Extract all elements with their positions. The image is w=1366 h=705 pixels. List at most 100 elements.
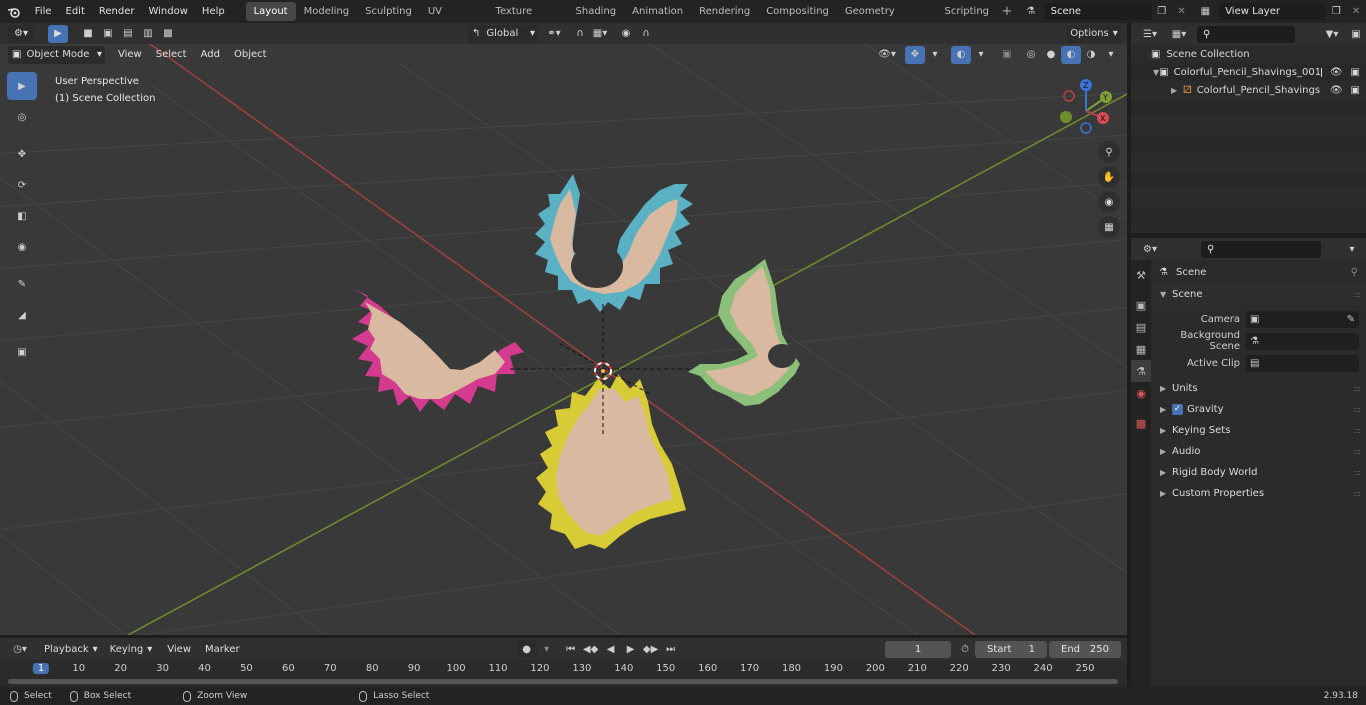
drag-handle-icon[interactable]: :::: [1353,426,1361,435]
options-dropdown[interactable]: Options ▾ [1067,24,1121,43]
camera-field[interactable]: ▣ ✎ [1246,310,1359,328]
exclude-checkbox[interactable] [1321,67,1322,77]
active-clip-field[interactable]: ▤ [1246,354,1359,372]
transform-orientation-dropdown[interactable]: ↰ Global ▾ [468,24,538,43]
keying-sets-panel-header[interactable]: ▶ Keying Sets :::: [1153,420,1366,441]
visibility-icon[interactable]: 👁▾ [877,46,897,64]
jump-end-icon[interactable]: ⏭ [661,640,681,658]
snap-icon[interactable]: ∩ [570,25,590,43]
menu-render[interactable]: Render [92,0,142,23]
expand-icon[interactable]: ▶ [1171,86,1183,95]
drag-handle-icon[interactable]: :::: [1353,290,1361,299]
camera-render-icon[interactable]: ▣ [1351,85,1360,96]
playback-dropdown[interactable]: Playback ▾ [40,640,102,658]
editor-type-icon[interactable]: ⚙▾ [8,24,34,43]
wireframe-shading-icon[interactable]: ◎ [1021,46,1041,64]
add-workspace-icon[interactable]: + [997,3,1017,21]
tab-uv-editing[interactable]: UV Editing [420,2,488,36]
gizmo-dropdown-icon[interactable]: ▾ [925,46,945,64]
pin-icon[interactable]: ⚲ [1351,267,1358,278]
custom-properties-panel-header[interactable]: ▶ Custom Properties :::: [1153,483,1366,504]
stopwatch-icon[interactable]: ⏱ [955,640,975,658]
outliner-row-collection[interactable]: ▼ ▣ Colorful_Pencil_Shavings_001 👁 ▣ [1131,63,1366,81]
falloff-icon[interactable]: ∩ [636,25,656,43]
scale-tool-icon[interactable]: ◧ [7,202,37,230]
new-scene-icon[interactable]: ❐ [1152,3,1172,21]
drag-handle-icon[interactable]: :::: [1353,468,1361,477]
overlay-dropdown-icon[interactable]: ▾ [971,46,991,64]
tab-modeling[interactable]: Modeling [296,2,358,21]
tab-sculpting[interactable]: Sculpting [357,2,420,21]
current-frame-field[interactable]: 1 [885,640,951,658]
3d-viewport[interactable]: User Perspective (1) Scene Collection Z … [0,44,1127,635]
view-layer-icon[interactable]: ▦ [1191,3,1219,21]
gizmo-toggle-icon[interactable]: ✥ [905,45,925,64]
viewport-menu-add[interactable]: Add [194,43,227,66]
drag-handle-icon[interactable]: :::: [1353,405,1361,414]
scene-tab-icon[interactable]: ⚗ [1131,360,1151,382]
tab-texture-paint[interactable]: Texture Paint [488,2,568,36]
properties-editor-type-icon[interactable]: ⚙▾ [1135,240,1165,258]
camera-view-icon[interactable]: ◉ [1098,191,1120,213]
tab-compositing[interactable]: Compositing [758,2,837,21]
viewport-menu-view[interactable]: View [111,43,149,66]
blender-logo-icon[interactable] [0,3,28,21]
snap-target-icon[interactable]: ▦▾ [590,25,610,43]
rigid-body-world-panel-header[interactable]: ▶ Rigid Body World :::: [1153,462,1366,483]
outliner-row-object[interactable]: ▶ ⚂ Colorful_Pencil_Shavings 👁 ▣ [1131,81,1366,99]
rotate-tool-icon[interactable]: ⟳ [7,171,37,199]
menu-file[interactable]: File [28,0,59,23]
move-tool-icon[interactable]: ✥ [7,140,37,168]
scene-field[interactable]: Scene [1044,3,1152,20]
eye-icon[interactable]: 👁 [1330,85,1343,96]
select-mode-intersect-icon[interactable]: ▩ [158,25,178,43]
world-tab-icon[interactable]: ◉ [1131,382,1151,404]
select-mode-invert-icon[interactable]: ▥ [138,25,158,43]
select-box-tool-icon[interactable]: ▶ [7,72,37,100]
timeline-editor-type-icon[interactable]: ◷▾ [6,640,34,658]
material-shading-icon[interactable]: ◐ [1061,45,1081,64]
jump-start-icon[interactable]: ⏮ [561,640,581,658]
zoom-icon[interactable]: ⚲ [1098,141,1120,163]
view-layer-tab-icon[interactable]: ▦ [1131,338,1151,360]
add-cube-tool-icon[interactable]: ▣ [7,338,37,366]
drag-handle-icon[interactable]: :::: [1353,447,1361,456]
eye-icon[interactable]: 👁 [1330,67,1343,78]
tab-animation[interactable]: Animation [624,2,691,21]
auto-key-dropdown-icon[interactable]: ▾ [537,640,557,658]
view-layer-field[interactable]: View Layer [1219,3,1327,20]
cursor-tool-icon[interactable]: ◎ [7,103,37,131]
rendered-shading-icon[interactable]: ◑ [1081,46,1101,64]
shading-dropdown-icon[interactable]: ▾ [1101,46,1121,64]
tab-geometry-nodes[interactable]: Geometry Nodes [837,2,937,36]
audio-panel-header[interactable]: ▶ Audio :::: [1153,441,1366,462]
play-icon[interactable]: ▶ [621,640,641,658]
annotate-tool-icon[interactable]: ✎ [7,270,37,298]
outliner-search-input[interactable]: ⚲ [1197,25,1295,43]
new-collection-icon[interactable]: ▣ [1346,25,1366,43]
select-mode-new-icon[interactable]: ■ [78,25,98,43]
pan-hand-icon[interactable]: ✋ [1098,166,1120,188]
gravity-panel-header[interactable]: ▶ ✓ Gravity :::: [1153,399,1366,420]
units-panel-header[interactable]: ▶ Units :::: [1153,378,1366,399]
end-frame-field[interactable]: End 250 [1049,640,1121,658]
eyedropper-icon[interactable]: ✎ [1347,314,1355,325]
measure-tool-icon[interactable]: ◢ [7,301,37,329]
xray-icon[interactable]: ▣ [997,46,1017,64]
texture-tab-icon[interactable]: ▩ [1131,412,1151,434]
filter-icon[interactable]: ▼▾ [1318,25,1346,43]
record-icon[interactable]: ● [516,640,537,658]
chevron-down-icon[interactable]: ▾ [1342,240,1362,258]
tab-scripting[interactable]: Scripting [937,2,997,21]
background-scene-field[interactable]: ⚗ [1246,332,1359,350]
solid-shading-icon[interactable]: ● [1041,46,1061,64]
timeline-menu-marker[interactable]: Marker [198,638,247,661]
menu-edit[interactable]: Edit [59,0,92,23]
properties-search-input[interactable]: ⚲ [1201,240,1321,258]
tool-tab-icon[interactable]: ⚒ [1131,264,1151,286]
play-reverse-icon[interactable]: ◀ [601,640,621,658]
close-scene-icon[interactable]: ✕ [1172,3,1192,21]
drag-handle-icon[interactable]: :::: [1353,489,1361,498]
overlay-toggle-icon[interactable]: ◐ [951,45,971,64]
transform-tool-icon[interactable]: ◉ [7,233,37,261]
